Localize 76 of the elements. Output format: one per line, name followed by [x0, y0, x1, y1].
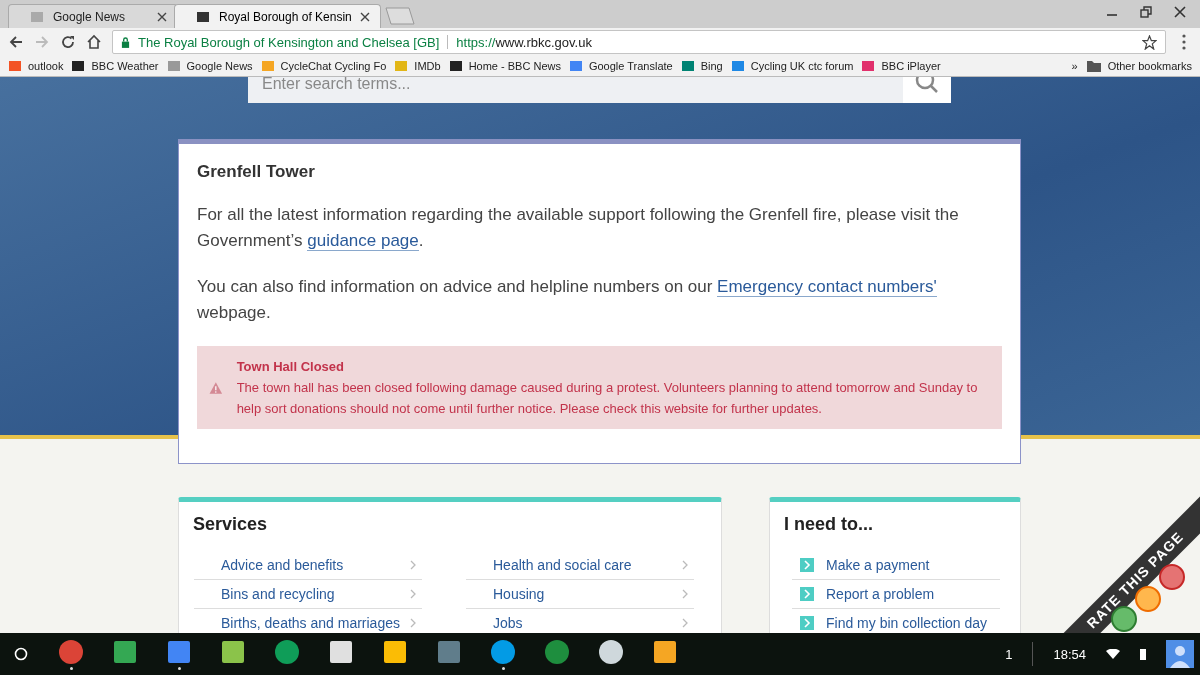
search-field[interactable]: Enter search terms...	[248, 77, 903, 103]
bookmark-favicon-icon	[568, 59, 583, 73]
chevron-icon	[410, 618, 416, 628]
bookmark-overflow[interactable]: »	[1071, 60, 1078, 72]
folder-icon	[1085, 59, 1102, 73]
link[interactable]: guidance page	[307, 231, 419, 251]
chevron-icon	[682, 618, 688, 628]
address-bar[interactable]: The Royal Borough of Kensington and Chelsea [GB] https://www.rbkc.gov.uk	[112, 30, 1166, 54]
launcher-icon[interactable]	[14, 647, 28, 661]
bookmark[interactable]: CycleChat Cycling Fo	[260, 59, 387, 73]
chevron-icon	[800, 616, 814, 630]
bookmark-favicon-icon	[730, 59, 745, 73]
bookmark[interactable]: BBC iPlayer	[861, 59, 941, 73]
star-icon[interactable]	[1142, 34, 1157, 50]
site-identity: The Royal Borough of Kensington and Chelsea [GB]	[138, 34, 440, 50]
notification-count[interactable]: 1	[1005, 646, 1013, 662]
alert-title: Town Hall Closed	[236, 358, 346, 376]
battery-icon	[1140, 648, 1146, 660]
close-icon[interactable]	[359, 11, 370, 22]
wifi-icon	[1106, 649, 1120, 659]
browser-tab[interactable]: Royal Borough of Kensin	[174, 4, 381, 28]
panel-title: I need to...	[784, 514, 874, 535]
panel-title: Services	[193, 514, 269, 535]
bookmark[interactable]: BBC Weather	[71, 59, 159, 73]
chevron-icon	[682, 560, 688, 570]
bookmark[interactable]: Google News	[166, 59, 253, 73]
lock-icon	[121, 36, 130, 48]
bookmark-favicon-icon	[166, 59, 181, 73]
restore-icon[interactable]	[1140, 6, 1152, 18]
bookmark[interactable]: outlook	[8, 59, 64, 73]
service-link[interactable]: Health and social care	[466, 551, 694, 580]
bookmark-favicon-icon	[861, 59, 876, 73]
bookmark[interactable]: Cycling UK ctc forum	[730, 59, 854, 73]
notice-paragraph: For all the latest information regarding the available support following the Grenfell fire, please visit the Government’s guidance page.	[197, 204, 960, 253]
menu-icon[interactable]	[1182, 34, 1186, 50]
chevron-icon	[410, 560, 416, 570]
tab-title: Royal Borough of Kensin	[219, 9, 352, 24]
bookmark[interactable]: Bing	[680, 59, 723, 73]
chevron-icon	[800, 558, 814, 572]
bookmark-favicon-icon	[260, 59, 275, 73]
app-icon[interactable]	[490, 638, 516, 665]
link[interactable]: Emergency contact numbers'	[717, 277, 937, 297]
notice-paragraph: You can also find information on advice and helpline numbers on our Emergency contact numbers' webpage.	[197, 276, 938, 324]
back-icon[interactable]	[8, 34, 24, 50]
service-link[interactable]: Advice and benefits	[194, 551, 422, 580]
app-icon[interactable]	[220, 638, 246, 665]
app-icon[interactable]	[652, 638, 678, 665]
service-link[interactable]: Bins and recycling	[194, 580, 422, 609]
app-icon[interactable]	[112, 638, 138, 665]
tab-title: Google News	[53, 9, 127, 24]
task-link[interactable]: Make a payment	[792, 551, 1000, 580]
url-text: https://www.rbkc.gov.uk	[456, 34, 593, 50]
bookmark[interactable]: IMDb	[394, 59, 441, 73]
app-icon[interactable]	[328, 638, 354, 665]
close-icon[interactable]	[157, 11, 167, 22]
notice-title: Grenfell Tower	[197, 162, 316, 182]
bookmark-favicon-icon	[71, 59, 86, 73]
chevron-icon	[800, 587, 814, 601]
chevron-icon	[410, 589, 416, 599]
bookmark[interactable]: Google Translate	[568, 59, 673, 73]
clock[interactable]: 18:54	[1053, 646, 1086, 662]
task-link[interactable]: Report a problem	[792, 580, 1000, 609]
service-link[interactable]: Housing	[466, 580, 694, 609]
bookmark-favicon-icon	[680, 59, 695, 73]
chevron-icon	[682, 589, 688, 599]
alert-message: The town hall has been closed following damage caused during a protest. Volunteers planning to attend tomorrow and Sunday to help sort donations should not come until further notice. Please check this website for further updates.	[236, 379, 979, 418]
app-icon[interactable]	[598, 638, 624, 665]
bookmark[interactable]: Home - BBC News	[448, 59, 561, 73]
bookmark-favicon-icon	[448, 59, 463, 73]
bookmark-favicon-icon	[394, 59, 409, 73]
reload-icon[interactable]	[60, 34, 76, 50]
bookmark-favicon-icon	[8, 59, 22, 73]
home-icon[interactable]	[86, 34, 102, 50]
app-icon[interactable]	[382, 638, 408, 665]
other-bookmarks[interactable]: Other bookmarks	[1085, 59, 1192, 73]
close-icon[interactable]	[1174, 6, 1186, 18]
